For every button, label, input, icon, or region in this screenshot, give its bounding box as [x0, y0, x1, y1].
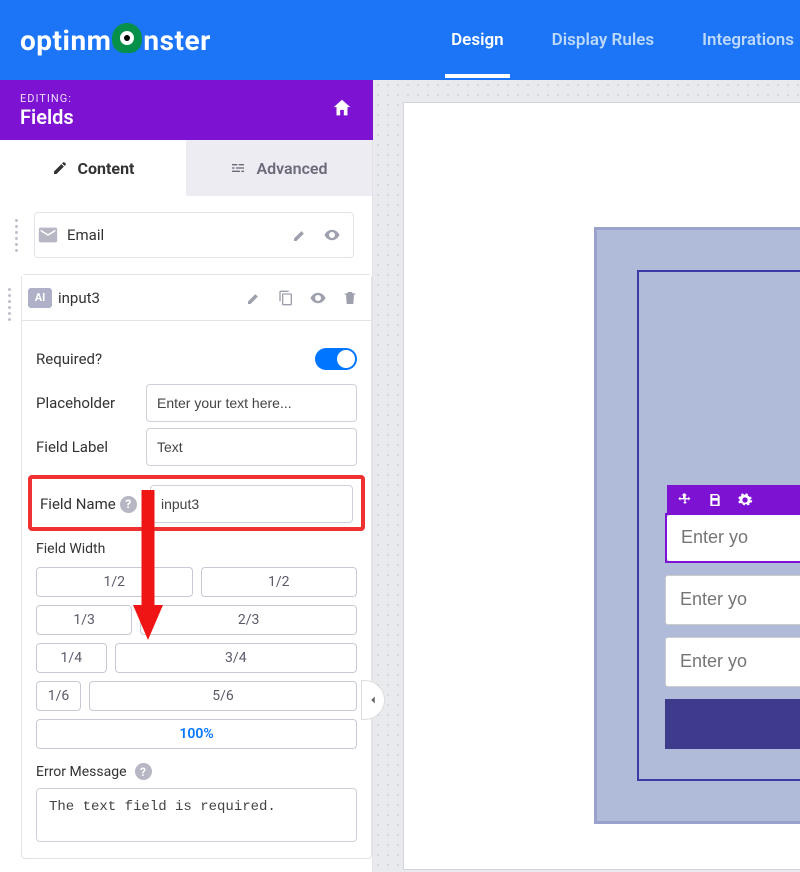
tab-advanced-label: Advanced: [256, 159, 327, 178]
editing-header: EDITING: Fields: [0, 80, 373, 140]
row-required: Required?: [36, 337, 357, 381]
field-toolbar: [667, 485, 800, 515]
brand-suffix: nster: [143, 24, 210, 57]
width-half-a[interactable]: 1/2: [36, 567, 193, 597]
design-canvas[interactable]: Get o pro Join tod: [373, 80, 800, 872]
eye-icon[interactable]: [309, 289, 327, 307]
error-message-input[interactable]: [36, 788, 357, 842]
card-header[interactable]: AI input3: [22, 275, 371, 321]
popup-title[interactable]: Get o pro: [665, 330, 800, 431]
drag-handle[interactable]: [8, 288, 11, 321]
popup-preview[interactable]: Get o pro Join tod: [594, 227, 800, 824]
home-icon[interactable]: [331, 97, 353, 123]
required-toggle[interactable]: [315, 348, 357, 370]
width-five-sixths[interactable]: 5/6: [89, 681, 357, 711]
brand-logo: optinm nster: [20, 24, 211, 57]
envelope-icon: [35, 222, 61, 248]
field-input3-label: input3: [52, 289, 245, 307]
nav-design[interactable]: Design: [451, 30, 504, 50]
tab-advanced[interactable]: Advanced: [186, 140, 372, 196]
input-field-3[interactable]: [665, 637, 800, 687]
width-two-thirds[interactable]: 2/3: [140, 605, 357, 635]
nav-integrations[interactable]: Integrations: [702, 30, 794, 50]
save-icon[interactable]: [707, 492, 723, 508]
field-width-label: Field Width: [36, 541, 357, 557]
gear-icon[interactable]: [737, 492, 753, 508]
eye-icon[interactable]: [323, 226, 341, 244]
width-three-quarters[interactable]: 3/4: [115, 643, 357, 673]
width-quarter[interactable]: 1/4: [36, 643, 107, 673]
placeholder-input[interactable]: [146, 384, 357, 422]
popup-inputs: [665, 513, 800, 749]
field-name-input[interactable]: [150, 485, 353, 523]
left-panel: Content Advanced Email: [0, 140, 373, 872]
sliders-icon: [230, 160, 246, 176]
width-full[interactable]: 100%: [36, 719, 357, 749]
error-message-label: Error Message ?: [36, 763, 357, 780]
field-row-email[interactable]: Email: [34, 212, 354, 258]
field-email-label: Email: [61, 226, 291, 244]
field-card-input3: AI input3 Required? Placehol: [21, 274, 372, 859]
tab-content-label: Content: [78, 159, 135, 178]
top-nav: Design Display Rules Integrations: [451, 30, 780, 50]
move-icon[interactable]: [677, 492, 693, 508]
row-placeholder: Placeholder: [36, 381, 357, 425]
selected-input-wrapper[interactable]: [665, 513, 800, 563]
chevron-left-icon: [366, 693, 380, 707]
input-field-2[interactable]: [665, 575, 800, 625]
help-icon[interactable]: ?: [120, 496, 137, 513]
monster-icon: [112, 23, 142, 53]
panel-tabs: Content Advanced: [0, 140, 372, 196]
edit-icon[interactable]: [245, 289, 263, 307]
popup-subtitle[interactable]: Join tod: [665, 445, 800, 469]
row-field-name-highlight: Field Name ?: [28, 475, 365, 531]
trash-icon[interactable]: [341, 289, 359, 307]
row-field-label: Field Label: [36, 425, 357, 469]
help-icon[interactable]: ?: [135, 763, 152, 780]
canvas-frame: Get o pro Join tod: [403, 102, 800, 870]
width-half-b[interactable]: 1/2: [201, 567, 358, 597]
tab-content[interactable]: Content: [0, 140, 186, 196]
editing-title: Fields: [20, 105, 74, 129]
width-sixth[interactable]: 1/6: [36, 681, 81, 711]
width-third[interactable]: 1/3: [36, 605, 132, 635]
required-label: Required?: [36, 350, 136, 368]
field-name-label: Field Name ?: [40, 495, 140, 513]
nav-display-rules[interactable]: Display Rules: [552, 30, 654, 50]
edit-icon[interactable]: [291, 226, 309, 244]
drag-handle[interactable]: [8, 219, 24, 252]
submit-button[interactable]: [665, 699, 800, 749]
top-bar: optinm nster Design Display Rules Integr…: [0, 0, 800, 80]
pencil-icon: [52, 160, 68, 176]
ai-badge-icon: AI: [28, 288, 52, 308]
input-field-1[interactable]: [667, 515, 800, 561]
brand-prefix: optinm: [20, 24, 111, 57]
placeholder-label: Placeholder: [36, 394, 136, 412]
field-label-label: Field Label: [36, 438, 136, 456]
copy-icon[interactable]: [277, 289, 295, 307]
field-label-input[interactable]: [146, 428, 357, 466]
editing-label: EDITING:: [20, 92, 74, 105]
